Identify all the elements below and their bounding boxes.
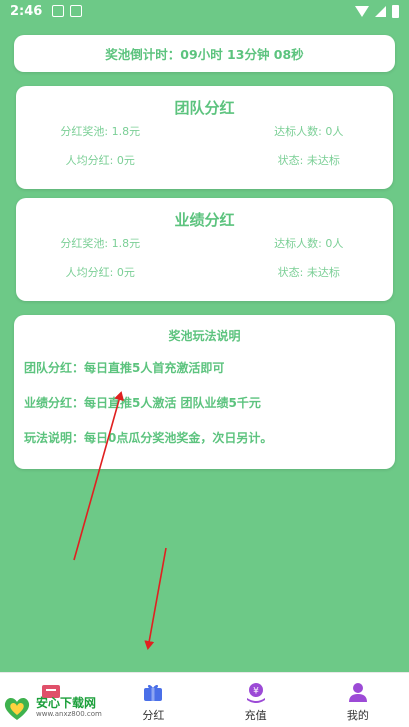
performance-dividend-panel: 业绩分红 分红奖池: 1.8元 达标人数: 0人 人均分红: 0元 状态: 未达… xyxy=(16,198,393,301)
notification-box-icon xyxy=(70,5,83,17)
notification-a-icon xyxy=(52,5,65,17)
watermark-subtitle: www.anxz800.com xyxy=(36,710,102,718)
team-average-dividend: 人均分红: 0元 xyxy=(65,154,135,167)
annotation-arrow-tab xyxy=(144,547,167,650)
team-dividend-title: 团队分红 xyxy=(174,99,235,117)
performance-pool: 分红奖池: 1.8元 xyxy=(60,237,141,250)
tab-profile[interactable]: 我的 xyxy=(307,673,409,727)
recharge-icon: ¥ xyxy=(246,683,265,703)
team-status: 状态: 未达标 xyxy=(277,154,340,167)
tab-recharge[interactable]: ¥ 充值 xyxy=(205,673,307,727)
performance-average-dividend: 人均分红: 0元 xyxy=(65,266,135,279)
performance-status: 状态: 未达标 xyxy=(277,266,340,279)
rules-line-team: 团队分红：每日直推5人首充激活即可 xyxy=(24,361,225,375)
rules-line-gameplay: 玩法说明：每日0点瓜分奖池奖金，次日另计。 xyxy=(24,431,273,445)
performance-dividend-title: 业绩分红 xyxy=(174,211,235,229)
tab-dividend-label: 分红 xyxy=(142,709,165,722)
tab-profile-label: 我的 xyxy=(346,709,369,722)
status-time: 2:46 xyxy=(10,3,43,19)
watermark-heart-logo xyxy=(4,698,30,720)
battery-icon xyxy=(392,4,399,18)
rules-line-performance: 业绩分红：每日直推5人激活 团队业绩5千元 xyxy=(24,396,261,410)
tab-recharge-label: 充值 xyxy=(244,709,267,722)
svg-text:¥: ¥ xyxy=(253,687,259,697)
team-pool: 分红奖池: 1.8元 xyxy=(60,125,141,138)
wifi-icon xyxy=(355,5,369,17)
performance-reached-count: 达标人数: 0人 xyxy=(274,237,344,250)
tab-dividend[interactable]: 分红 xyxy=(102,673,204,727)
watermark: 安心下载网 www.anxz800.com xyxy=(2,692,112,724)
team-dividend-panel: 团队分红 分红奖池: 1.8元 达标人数: 0人 人均分红: 0元 状态: 未达… xyxy=(16,86,393,189)
countdown-banner: 奖池倒计时：09小时 13分钟 08秒 xyxy=(14,35,395,72)
status-bar: 2:46 xyxy=(0,0,409,22)
rules-title: 奖池玩法说明 xyxy=(168,329,241,343)
gift-icon xyxy=(144,684,163,701)
profile-icon xyxy=(348,683,367,702)
watermark-title: 安心下载网 xyxy=(36,696,97,710)
signal-icon xyxy=(375,5,386,17)
countdown-text: 奖池倒计时：09小时 13分钟 08秒 xyxy=(105,47,304,62)
rules-panel: 奖池玩法说明 团队分红：每日直推5人首充激活即可 业绩分红：每日直推5人激活 团… xyxy=(14,315,395,469)
team-reached-count: 达标人数: 0人 xyxy=(274,125,344,138)
